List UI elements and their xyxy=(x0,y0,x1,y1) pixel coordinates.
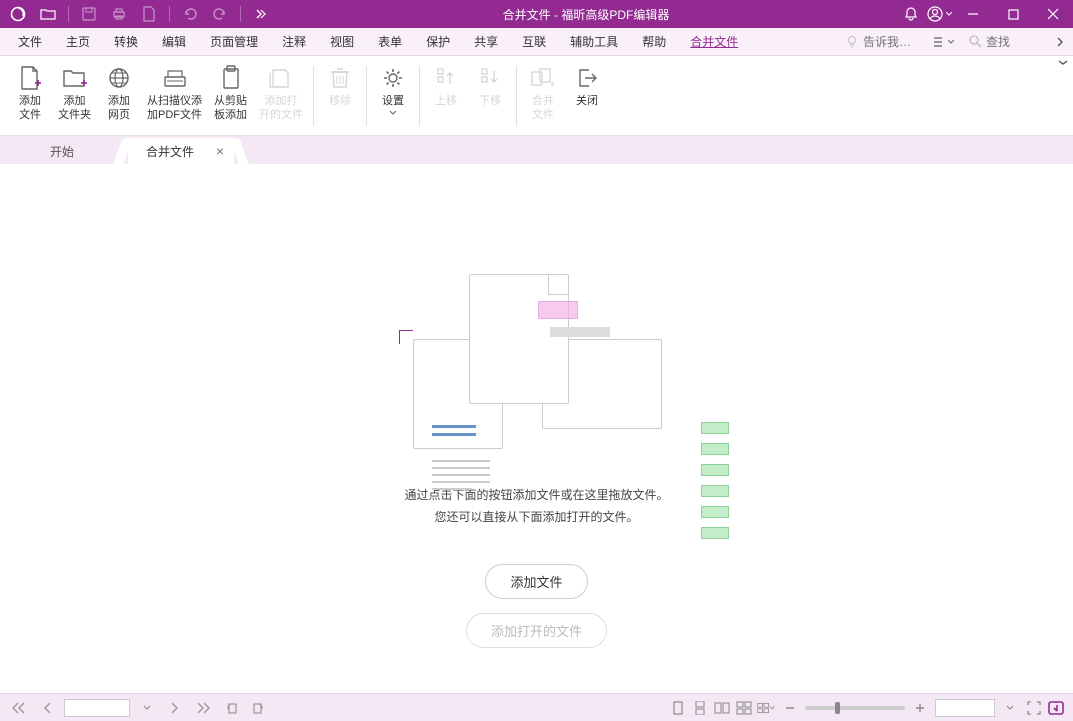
page-input[interactable] xyxy=(64,699,130,717)
exit-icon xyxy=(573,64,601,92)
layout-facing2-icon[interactable] xyxy=(735,699,753,717)
chevron-down-icon xyxy=(389,110,397,115)
menu-accessibility[interactable]: 辅助工具 xyxy=(558,30,630,53)
status-bar xyxy=(0,693,1073,721)
read-mode-icon[interactable] xyxy=(1047,699,1065,717)
open-files-icon xyxy=(267,64,295,92)
ribbon-movedown: 下移 xyxy=(468,62,512,110)
fullscreen-icon[interactable] xyxy=(1025,699,1043,717)
ribbon-add-file[interactable]: 添加 文件 xyxy=(8,62,52,124)
moveup-icon xyxy=(432,64,460,92)
ribbon-add-folder[interactable]: 添加 文件夹 xyxy=(52,62,97,124)
zoom-dropdown-icon[interactable] xyxy=(999,697,1021,719)
maximize-button[interactable] xyxy=(993,0,1033,28)
more-icon[interactable] xyxy=(247,0,275,28)
menu-connect[interactable]: 互联 xyxy=(510,30,558,53)
menu-file[interactable]: 文件 xyxy=(6,30,54,53)
clipboard-icon xyxy=(217,64,245,92)
zoom-input[interactable] xyxy=(935,699,995,717)
tab-close-icon[interactable]: × xyxy=(216,143,224,159)
zoom-out-icon[interactable] xyxy=(779,697,801,719)
scanner-icon xyxy=(161,64,189,92)
tab-combine[interactable]: 合并文件 × xyxy=(128,138,234,164)
menu-comment[interactable]: 注释 xyxy=(270,30,318,53)
search-icon xyxy=(969,35,982,48)
zoom-slider[interactable] xyxy=(805,706,905,710)
options-icon[interactable] xyxy=(930,31,956,53)
document-tabs: 开始 合并文件 × xyxy=(0,136,1073,164)
close-button[interactable] xyxy=(1033,0,1073,28)
print-icon[interactable] xyxy=(105,0,133,28)
folder-add-icon xyxy=(61,64,89,92)
prev-page-icon[interactable] xyxy=(36,697,58,719)
ribbon-add-clipboard[interactable]: 从剪贴 板添加 xyxy=(208,62,253,124)
window-controls xyxy=(897,0,1073,28)
title-bar: 合并文件 - 福昕高级PDF编辑器 xyxy=(0,0,1073,28)
layout-more-icon[interactable] xyxy=(757,699,775,717)
undo-icon[interactable] xyxy=(176,0,204,28)
redo-icon[interactable] xyxy=(206,0,234,28)
layout-continuous-icon[interactable] xyxy=(691,699,709,717)
menu-form[interactable]: 表单 xyxy=(366,30,414,53)
next-page-icon[interactable] xyxy=(164,697,186,719)
gear-icon xyxy=(379,64,407,92)
menu-convert[interactable]: 转换 xyxy=(102,30,150,53)
menu-bar: 文件 主页 转换 编辑 页面管理 注释 视图 表单 保护 共享 互联 辅助工具 … xyxy=(0,28,1073,56)
ribbon-settings[interactable]: 设置 xyxy=(371,62,415,117)
main-content: 通过点击下面的按钮添加文件或在这里拖放文件。 您还可以直接从下面添加打开的文件。… xyxy=(0,164,1073,693)
ribbon-add-web[interactable]: 添加 网页 xyxy=(97,62,141,124)
save-icon[interactable] xyxy=(75,0,103,28)
rotate-left-icon[interactable] xyxy=(220,697,242,719)
open-icon[interactable] xyxy=(34,0,62,28)
ribbon-remove: 移除 xyxy=(318,62,362,110)
tellme-search[interactable] xyxy=(839,32,924,52)
zoom-in-icon[interactable] xyxy=(909,697,931,719)
quick-access-toolbar xyxy=(0,0,275,28)
menu-pages[interactable]: 页面管理 xyxy=(198,30,270,53)
menu-share[interactable]: 共享 xyxy=(462,30,510,53)
ribbon-close[interactable]: 关闭 xyxy=(565,62,609,110)
user-icon[interactable] xyxy=(925,0,953,28)
first-page-icon[interactable] xyxy=(8,697,30,719)
trash-icon xyxy=(326,64,354,92)
ribbon-add-open: 添加打 开的文件 xyxy=(253,62,309,124)
ribbon-collapse-button[interactable] xyxy=(1057,58,1069,66)
menu-view[interactable]: 视图 xyxy=(318,30,366,53)
app-logo-icon xyxy=(4,0,32,28)
rotate-right-icon[interactable] xyxy=(248,697,270,719)
last-page-icon[interactable] xyxy=(192,697,214,719)
combine-icon xyxy=(529,64,557,92)
layout-facing-icon[interactable] xyxy=(713,699,731,717)
minimize-button[interactable] xyxy=(953,0,993,28)
window-title: 合并文件 - 福昕高级PDF编辑器 xyxy=(275,6,897,23)
ribbon-add-scan[interactable]: 从扫描仪添 加PDF文件 xyxy=(141,62,208,124)
ribbon-toolbar: 添加 文件 添加 文件夹 添加 网页 从扫描仪添 加PDF文件 从剪贴 板添加 … xyxy=(0,56,1073,136)
add-file-button[interactable]: 添加文件 xyxy=(485,564,587,599)
drop-illustration xyxy=(407,274,667,454)
notification-icon[interactable] xyxy=(897,0,925,28)
menu-scroll-right[interactable] xyxy=(1053,37,1067,47)
menu-protect[interactable]: 保护 xyxy=(414,30,462,53)
menu-help[interactable]: 帮助 xyxy=(630,30,678,53)
menu-home[interactable]: 主页 xyxy=(54,30,102,53)
instruction-line2: 您还可以直接从下面添加打开的文件。 xyxy=(434,506,638,528)
page-dropdown-icon[interactable] xyxy=(136,697,158,719)
file-add-icon xyxy=(16,64,44,92)
tellme-input[interactable] xyxy=(863,35,917,49)
add-open-file-button: 添加打开的文件 xyxy=(466,613,607,648)
new-doc-icon[interactable] xyxy=(135,0,163,28)
layout-single-icon[interactable] xyxy=(669,699,687,717)
menu-combine[interactable]: 合并文件 xyxy=(678,30,750,53)
find-input[interactable] xyxy=(986,35,1040,49)
ribbon-combine: 合并 文件 xyxy=(521,62,565,124)
find-search[interactable] xyxy=(962,32,1047,52)
globe-icon xyxy=(105,64,133,92)
tab-start[interactable]: 开始 xyxy=(32,138,114,164)
movedown-icon xyxy=(476,64,504,92)
menu-edit[interactable]: 编辑 xyxy=(150,30,198,53)
ribbon-moveup: 上移 xyxy=(424,62,468,110)
bulb-icon xyxy=(846,35,859,48)
